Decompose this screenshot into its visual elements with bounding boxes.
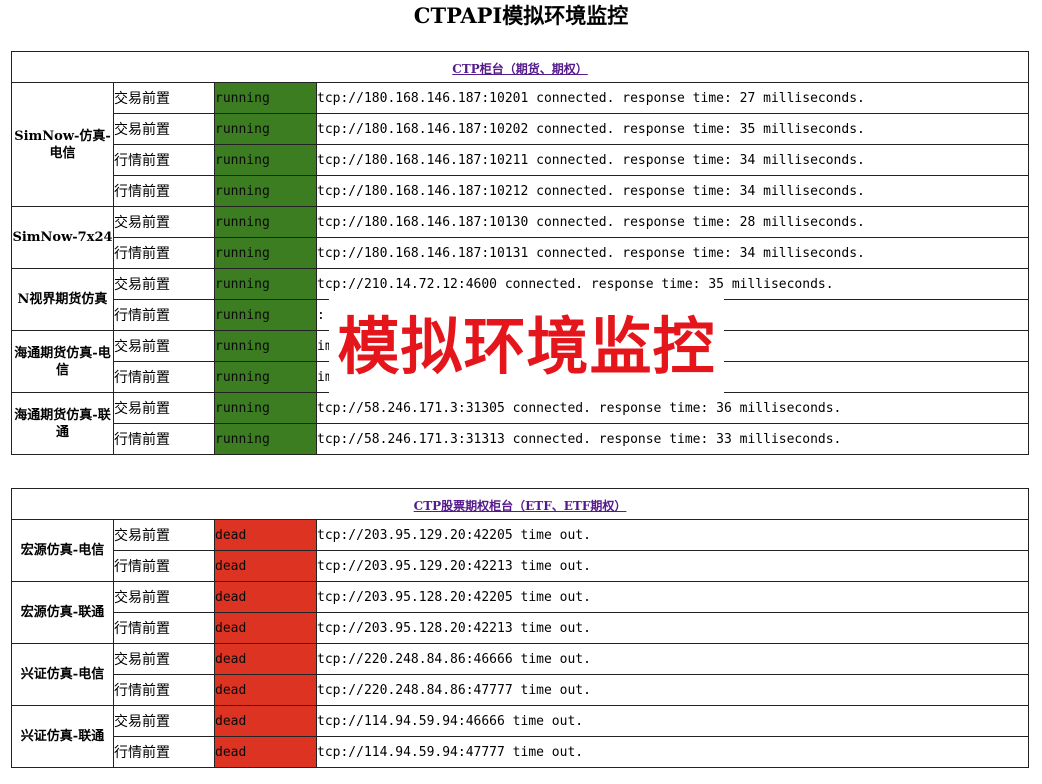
status-badge: dead (214, 643, 317, 675)
status-badge: dead (214, 705, 317, 737)
status-badge: dead (214, 612, 317, 644)
front-type: 行情前置 (113, 175, 215, 207)
table-caption-link[interactable]: CTP股票期权柜台（ETF、ETF期权） (414, 499, 627, 513)
connection-message: tcp://203.95.128.20:42213 time out. (315, 612, 1030, 644)
table-row: 行情前置 running tcp://180.168.146.187:10212 c… (12, 175, 1030, 207)
connection-message: tcp://180.168.146.187:10131 connected. r… (315, 237, 1030, 269)
front-type: 行情前置 (113, 612, 215, 644)
status-badge: running (214, 330, 317, 362)
status-badge: running (214, 361, 317, 393)
front-type: 行情前置 (113, 237, 215, 269)
status-badge: dead (214, 550, 317, 582)
server-group-name: 海通期货仿真-联通 (11, 392, 114, 455)
table-row: SimNow-7x24 交易前置 running tcp://180.168.146.… (11, 206, 1030, 269)
table-row: 行情前置 dead tcp://220.248.84.86:47777 time o… (12, 674, 1030, 706)
server-group-name: 宏源仿真-联通 (11, 581, 114, 644)
connection-message: tcp://210.14.72.12:4600 connected. respo… (315, 268, 1030, 300)
front-type: 交易前置 (113, 392, 215, 424)
front-type: 行情前置 (113, 736, 215, 768)
table-row: 行情前置 dead tcp://114.94.59.94:47777 time ou… (12, 736, 1030, 768)
connection-message: tcp://114.94.59.94:47777 time out. (315, 736, 1030, 768)
watermark-overlay: 模拟环境监控 (329, 296, 724, 398)
server-group-name: N视界期货仿真 (11, 268, 114, 331)
status-badge: running (214, 82, 317, 114)
status-badge: running (214, 175, 317, 207)
front-type: 交易前置 (113, 643, 215, 675)
table-row: N视界期货仿真 交易前置 running tcp://210.14.72.12:460… (11, 268, 1030, 331)
connection-message: tcp://180.168.146.187:10130 connected. r… (315, 206, 1030, 238)
table-row: 行情前置 dead tcp://203.95.129.20:42213 time o… (12, 550, 1030, 582)
server-group-name: 宏源仿真-电信 (11, 519, 114, 582)
front-type: 行情前置 (113, 299, 215, 331)
status-badge: running (214, 268, 317, 300)
front-type: 交易前置 (113, 519, 215, 551)
connection-message: tcp://180.168.146.187:10212 connected. r… (315, 175, 1030, 207)
connection-message: tcp://203.95.129.20:42213 time out. (315, 550, 1030, 582)
connection-message: tcp://58.246.171.3:31313 connected. resp… (315, 423, 1030, 455)
connection-message: tcp://203.95.129.20:42205 time out. (315, 519, 1030, 551)
connection-message: tcp://180.168.146.187:10201 connected. r… (315, 82, 1030, 114)
status-badge: dead (214, 519, 317, 551)
table-caption: CTP股票期权柜台（ETF、ETF期权） (10, 488, 1030, 520)
table-row: 行情前置 running tcp://180.168.146.187:10211 c… (12, 144, 1030, 176)
front-type: 交易前置 (113, 268, 215, 300)
server-group-name: SimNow-仿真-电信 (11, 82, 114, 207)
status-badge: running (214, 392, 317, 424)
server-group-name: 兴证仿真-电信 (11, 643, 114, 706)
connection-message: tcp://220.248.84.86:46666 time out. (315, 643, 1030, 675)
connection-message: tcp://114.94.59.94:46666 time out. (315, 705, 1030, 737)
front-type: 行情前置 (113, 674, 215, 706)
front-type: 行情前置 (113, 423, 215, 455)
status-badge: running (214, 299, 317, 331)
front-type: 行情前置 (113, 550, 215, 582)
table-row: 兴证仿真-电信 交易前置 dead tcp://220.248.84.86:46666… (11, 643, 1030, 706)
front-type: 行情前置 (113, 144, 215, 176)
server-group-name: SimNow-7x24 (11, 206, 114, 269)
connection-message: tcp://180.168.146.187:10211 connected. r… (315, 144, 1030, 176)
status-badge: running (214, 144, 317, 176)
table-caption: CTP柜台（期货、期权） (10, 51, 1030, 83)
status-badge: running (214, 237, 317, 269)
connection-message: tcp://180.168.146.187:10202 connected. r… (315, 113, 1030, 145)
server-group-name: 海通期货仿真-电信 (11, 330, 114, 393)
table-row: 行情前置 running tcp://180.168.146.187:10131 c… (12, 237, 1030, 269)
table-row: 兴证仿真-联通 交易前置 dead tcp://114.94.59.94:46666 … (11, 705, 1030, 768)
stock-option-counter-table: CTP股票期权柜台（ETF、ETF期权） 宏源仿真-电信 交易前置 dead tcp:… (10, 488, 1030, 768)
front-type: 交易前置 (113, 705, 215, 737)
front-type: 交易前置 (113, 206, 215, 238)
table-row: 行情前置 dead tcp://203.95.128.20:42213 time o… (12, 612, 1030, 644)
connection-message: tcp://220.248.84.86:47777 time out. (315, 674, 1030, 706)
status-badge: dead (214, 674, 317, 706)
server-group-name: 兴证仿真-联通 (11, 705, 114, 768)
front-type: 交易前置 (113, 113, 215, 145)
status-badge: running (214, 206, 317, 238)
table-row: 行情前置 running tcp://58.246.171.3:31313 conn… (12, 423, 1030, 455)
front-type: 交易前置 (113, 581, 215, 613)
table-row: 交易前置 running tcp://180.168.146.187:10202 c… (12, 113, 1030, 145)
status-badge: running (214, 423, 317, 455)
front-type: 行情前置 (113, 361, 215, 393)
page-title: CTPAPI模拟环境监控 (413, 3, 629, 28)
front-type: 交易前置 (113, 330, 215, 362)
status-badge: dead (214, 736, 317, 768)
table-row: 宏源仿真-电信 交易前置 dead tcp://203.95.129.20:42205… (11, 519, 1030, 582)
status-badge: running (214, 113, 317, 145)
table-row: SimNow-仿真-电信 交易前置 running tcp://180.168.146… (11, 82, 1030, 207)
connection-message: tcp://203.95.128.20:42205 time out. (315, 581, 1030, 613)
status-badge: dead (214, 581, 317, 613)
table-caption-link[interactable]: CTP柜台（期货、期权） (452, 62, 588, 76)
table-row: 宏源仿真-联通 交易前置 dead tcp://203.95.128.20:42205… (11, 581, 1030, 644)
front-type: 交易前置 (113, 82, 215, 114)
